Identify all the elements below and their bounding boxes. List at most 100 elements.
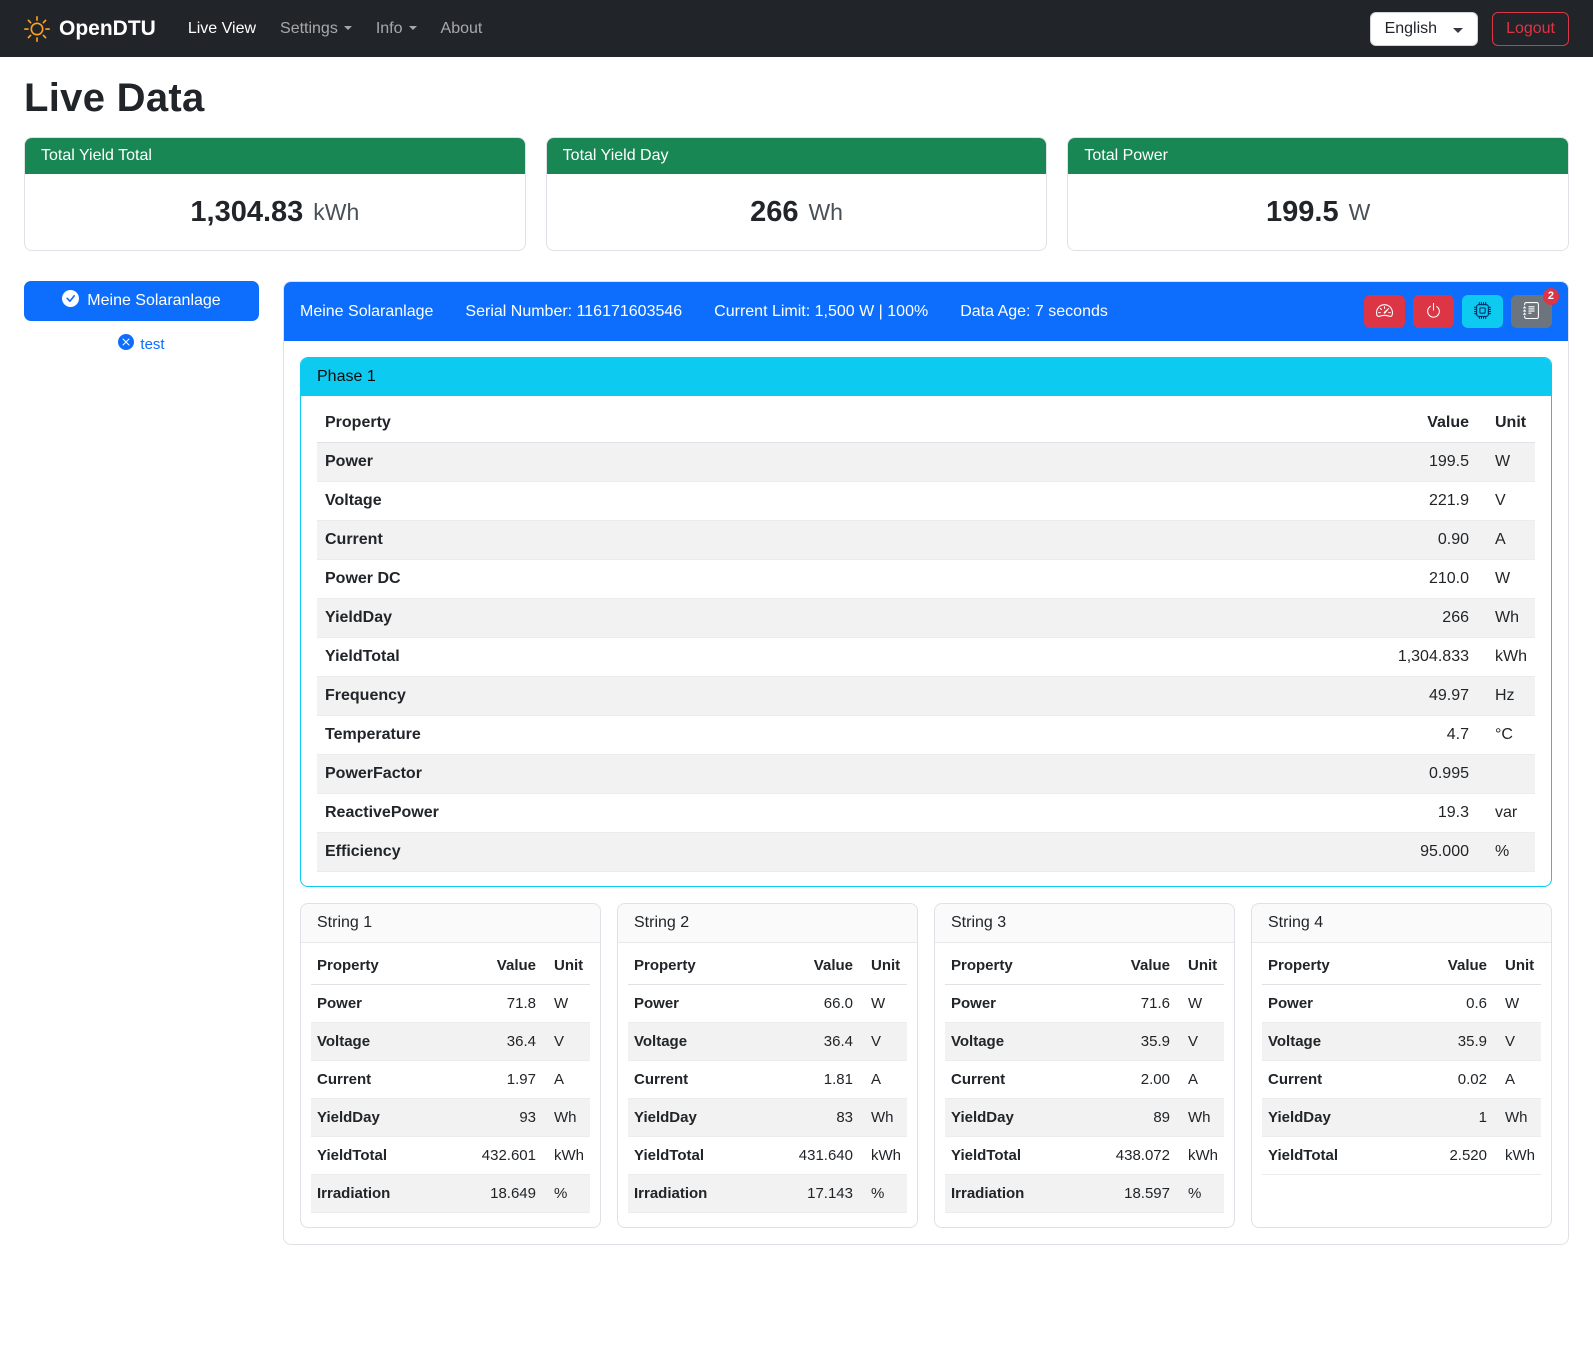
- property-cell: Current: [317, 521, 1011, 560]
- sidebar-item-meine-solaranlage[interactable]: Meine Solaranlage: [24, 281, 259, 321]
- table-row: YieldDay93Wh: [311, 1099, 590, 1137]
- value-cell: 221.9: [1011, 482, 1477, 521]
- brand[interactable]: OpenDTU: [24, 16, 156, 42]
- x-circle-icon: [118, 334, 134, 354]
- nav-item-live-view[interactable]: Live View: [178, 12, 266, 46]
- summary-card-title: Total Power: [1068, 138, 1568, 174]
- unit-cell: V: [1477, 482, 1535, 521]
- property-cell: YieldDay: [1262, 1099, 1404, 1137]
- string-card-title: String 2: [618, 904, 917, 943]
- logout-button[interactable]: Logout: [1492, 12, 1569, 46]
- table-row: YieldDay89Wh: [945, 1099, 1224, 1137]
- nav-item-settings[interactable]: Settings: [270, 12, 362, 46]
- limit-settings-button[interactable]: [1364, 295, 1405, 328]
- unit-cell: kWh: [1477, 638, 1535, 677]
- unit-cell: Hz: [1477, 677, 1535, 716]
- sidebar-item-test[interactable]: test: [24, 334, 259, 354]
- nav-links: Live ViewSettingsInfoAbout: [178, 12, 1370, 46]
- column-header: Unit: [1493, 947, 1541, 985]
- nav-item-about[interactable]: About: [431, 12, 493, 46]
- value-cell: 199.5: [1011, 443, 1477, 482]
- property-cell: Power: [628, 985, 758, 1023]
- inverter-data-age: Data Age: 7 seconds: [960, 303, 1108, 321]
- phase-card-title: Phase 1: [301, 358, 1551, 396]
- summary-card: Total Yield Day266Wh: [546, 137, 1048, 251]
- column-header: Value: [441, 947, 542, 985]
- table-header-row: PropertyValueUnit: [945, 947, 1224, 985]
- value-cell: 431.640: [758, 1137, 859, 1175]
- value-cell: 2.520: [1404, 1137, 1493, 1175]
- unit-cell: W: [859, 985, 907, 1023]
- summary-card-value: 1,304.83: [190, 196, 303, 229]
- column-header: Unit: [1176, 947, 1224, 985]
- cpu-icon: [1474, 302, 1491, 322]
- value-cell: 1.97: [441, 1061, 542, 1099]
- property-cell: PowerFactor: [317, 755, 1011, 794]
- power-button[interactable]: [1413, 295, 1454, 328]
- check-circle-icon: [62, 290, 79, 312]
- string-card-body: PropertyValueUnitPower66.0WVoltage36.4VC…: [618, 943, 917, 1227]
- value-cell: 83: [758, 1099, 859, 1137]
- unit-cell: Wh: [859, 1099, 907, 1137]
- summary-card-value: 199.5: [1266, 196, 1339, 229]
- summary-card-unit: kWh: [313, 199, 359, 226]
- summary-card-title: Total Yield Day: [547, 138, 1047, 174]
- property-cell: YieldTotal: [311, 1137, 441, 1175]
- table-row: Current2.00A: [945, 1061, 1224, 1099]
- column-header: Value: [1404, 947, 1493, 985]
- string-card-title: String 4: [1252, 904, 1551, 943]
- table-header-row: PropertyValueUnit: [317, 404, 1535, 443]
- property-cell: Power: [311, 985, 441, 1023]
- property-cell: YieldTotal: [628, 1137, 758, 1175]
- table-row: Voltage221.9V: [317, 482, 1535, 521]
- unit-cell: A: [542, 1061, 590, 1099]
- unit-cell: W: [1493, 985, 1541, 1023]
- value-cell: 0.6: [1404, 985, 1493, 1023]
- unit-cell: Wh: [542, 1099, 590, 1137]
- value-cell: 266: [1011, 599, 1477, 638]
- value-cell: 36.4: [758, 1023, 859, 1061]
- unit-cell: A: [1176, 1061, 1224, 1099]
- property-cell: Current: [311, 1061, 441, 1099]
- value-cell: 71.8: [441, 985, 542, 1023]
- property-cell: Power: [945, 985, 1075, 1023]
- table-row: YieldTotal1,304.833kWh: [317, 638, 1535, 677]
- value-cell: 438.072: [1075, 1137, 1176, 1175]
- phase-table-wrap: PropertyValueUnitPower199.5WVoltage221.9…: [301, 396, 1551, 886]
- data-table: PropertyValueUnitPower0.6WVoltage35.9VCu…: [1262, 947, 1541, 1175]
- unit-cell: °C: [1477, 716, 1535, 755]
- table-row: YieldDay83Wh: [628, 1099, 907, 1137]
- event-count-badge: 2: [1543, 288, 1559, 305]
- property-cell: Power: [317, 443, 1011, 482]
- language-select[interactable]: English: [1370, 12, 1478, 46]
- unit-cell: V: [1493, 1023, 1541, 1061]
- property-cell: Voltage: [311, 1023, 441, 1061]
- column-header: Unit: [859, 947, 907, 985]
- value-cell: 18.597: [1075, 1175, 1176, 1213]
- property-cell: Voltage: [945, 1023, 1075, 1061]
- value-cell: 71.6: [1075, 985, 1176, 1023]
- unit-cell: [1477, 755, 1535, 794]
- data-table: PropertyValueUnitPower66.0WVoltage36.4VC…: [628, 947, 907, 1213]
- table-row: YieldDay1Wh: [1262, 1099, 1541, 1137]
- property-cell: Voltage: [1262, 1023, 1404, 1061]
- summary-card-unit: Wh: [808, 199, 843, 226]
- string-card-title: String 1: [301, 904, 600, 943]
- event-log-button[interactable]: 2: [1511, 295, 1552, 328]
- property-cell: Irradiation: [628, 1175, 758, 1213]
- property-cell: Voltage: [317, 482, 1011, 521]
- table-row: Voltage36.4V: [311, 1023, 590, 1061]
- table-row: YieldDay266Wh: [317, 599, 1535, 638]
- value-cell: 432.601: [441, 1137, 542, 1175]
- table-row: Irradiation18.597%: [945, 1175, 1224, 1213]
- summary-card-unit: W: [1349, 199, 1371, 226]
- table-row: Current1.81A: [628, 1061, 907, 1099]
- nav-item-info[interactable]: Info: [366, 12, 427, 46]
- language-selected-value: English: [1385, 20, 1437, 38]
- data-table: PropertyValueUnitPower71.6WVoltage35.9VC…: [945, 947, 1224, 1213]
- chevron-down-icon: [409, 26, 417, 30]
- string-card: String 2PropertyValueUnitPower66.0WVolta…: [617, 903, 918, 1228]
- device-info-button[interactable]: [1462, 295, 1503, 328]
- brand-title: OpenDTU: [59, 17, 156, 41]
- summary-card-body: 1,304.83 kWh: [25, 174, 525, 250]
